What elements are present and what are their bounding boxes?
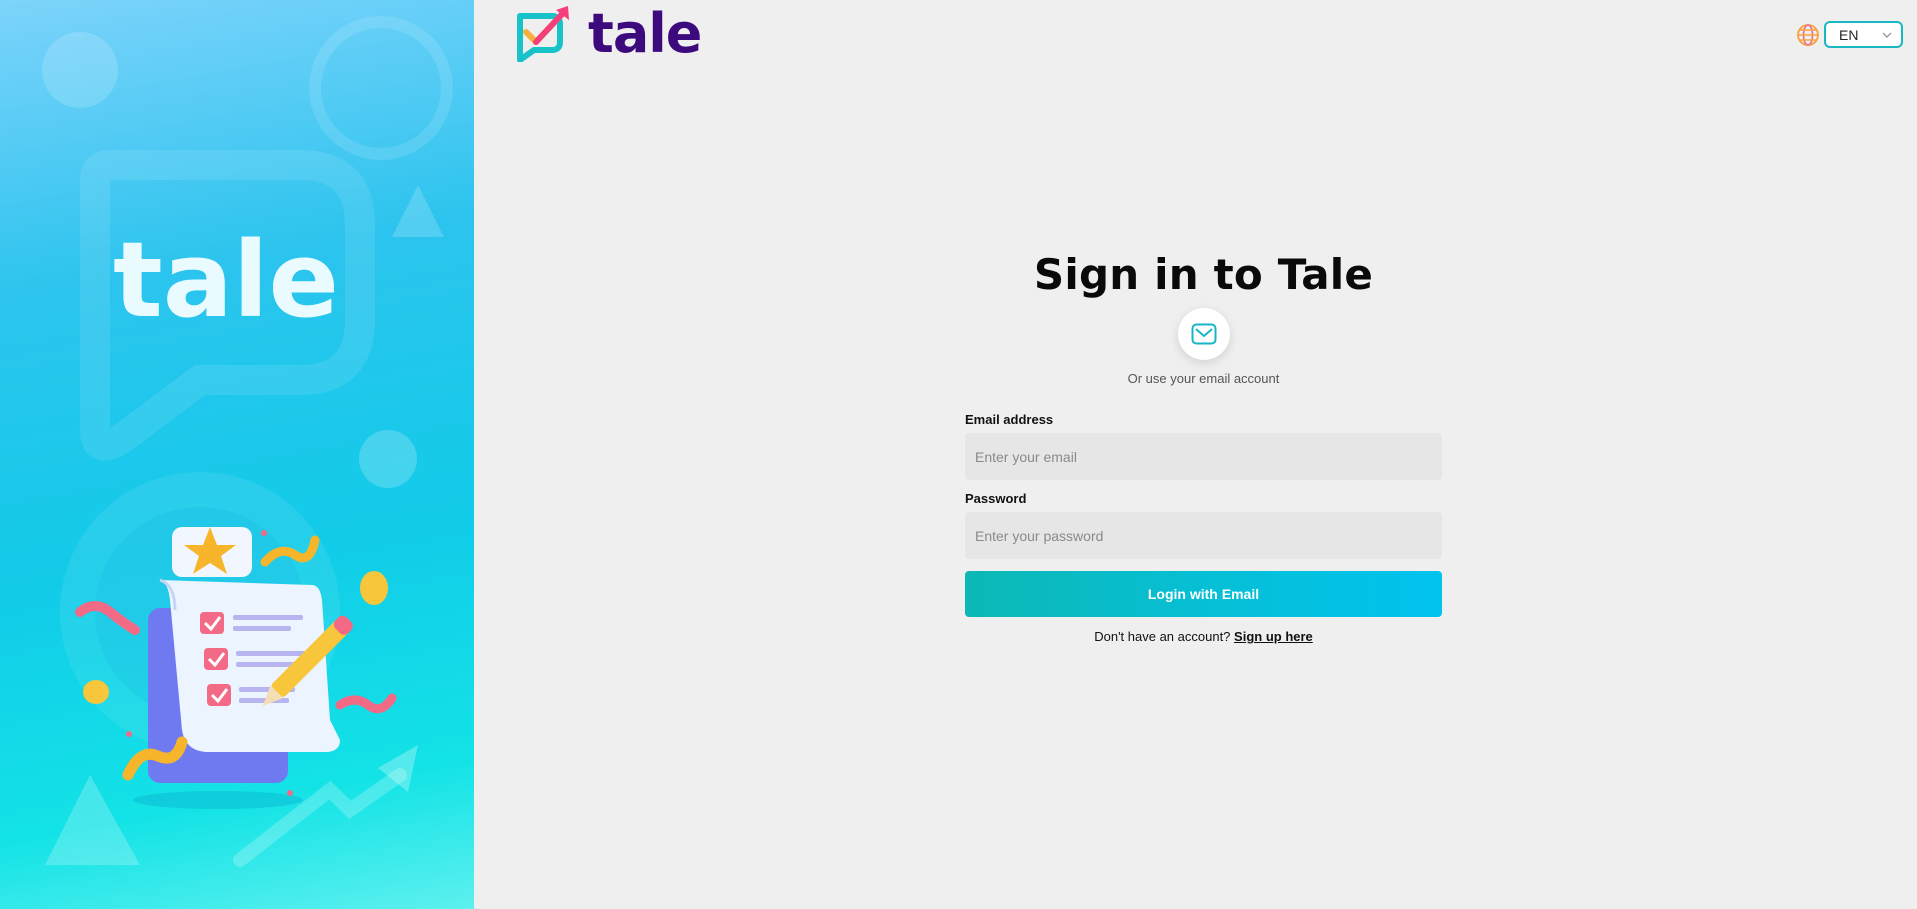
- email-input[interactable]: [965, 433, 1442, 481]
- chevron-down-icon: [1882, 32, 1892, 38]
- hero-arrow: [233, 768, 407, 867]
- line: [239, 698, 289, 703]
- hero-illustration: tale: [42, 16, 453, 867]
- line: [236, 651, 306, 656]
- dot: [287, 790, 293, 796]
- password-input[interactable]: [965, 512, 1442, 560]
- checkmark-chat-bubble-icon: [517, 6, 569, 62]
- checkbox-3: [207, 684, 231, 706]
- coin: [360, 571, 388, 605]
- signin-form: Sign in to Tale Or use your email accoun…: [965, 250, 1442, 644]
- dot: [126, 731, 132, 737]
- language-value: EN: [1839, 26, 1859, 43]
- brand-logo[interactable]: tale: [512, 2, 702, 65]
- language-select[interactable]: EN: [1824, 21, 1903, 48]
- email-label: Email address: [965, 412, 1054, 428]
- hero-panel: tale: [0, 0, 474, 909]
- line: [236, 662, 296, 667]
- hero-triangle: [45, 775, 140, 865]
- coin: [83, 680, 109, 704]
- line: [233, 626, 291, 631]
- mail-icon: [1191, 323, 1216, 345]
- login-button[interactable]: Login with Email: [965, 571, 1442, 618]
- checkbox-2: [204, 648, 228, 670]
- confetti-squiggle: [335, 693, 397, 714]
- dot: [261, 530, 267, 536]
- email-method-button[interactable]: [1177, 308, 1230, 361]
- hero-ring: [309, 16, 453, 160]
- brand-wordmark: tale: [588, 2, 702, 65]
- hero-bubble: [42, 32, 118, 108]
- illustration-shadow: [133, 791, 303, 809]
- hero-brand-text: tale: [113, 219, 339, 341]
- hero-triangle: [392, 185, 444, 237]
- signup-link[interactable]: Sign up here: [1234, 629, 1313, 644]
- checkbox-1: [200, 612, 224, 634]
- alt-signin-text: Or use your email account: [1127, 371, 1280, 387]
- signup-prompt: Don't have an account? Sign up here: [965, 629, 1442, 644]
- main-panel: tale EN Sign in to Tale Or use your emai…: [474, 0, 1917, 909]
- hero-bubble: [359, 430, 417, 488]
- language-switcher: EN: [1796, 21, 1903, 48]
- signup-prompt-text: Don't have an account?: [1094, 629, 1231, 645]
- line: [233, 615, 303, 620]
- globe-icon[interactable]: [1796, 23, 1820, 47]
- password-label: Password: [965, 491, 1027, 507]
- page-title: Sign in to Tale: [1033, 250, 1374, 299]
